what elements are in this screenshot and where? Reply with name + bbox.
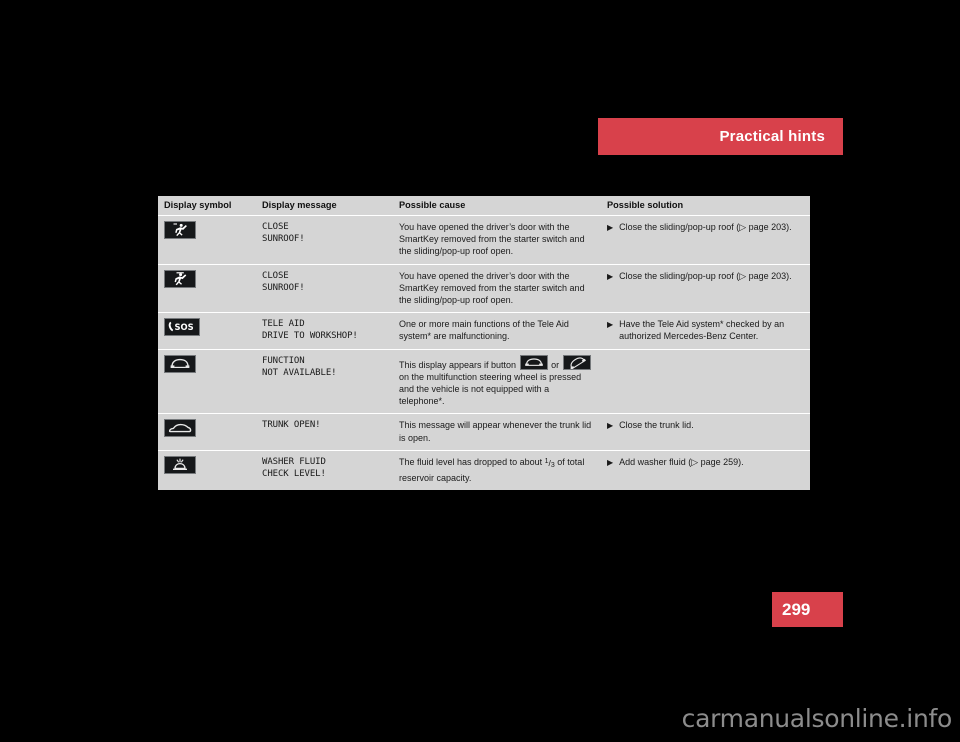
display-message-cell: TELE AID DRIVE TO WORKSHOP! [256,312,393,350]
svg-text:SOS: SOS [175,322,194,332]
solution-item: ▶ Have the Tele Aid system* checked by a… [607,318,804,342]
bullet-arrow-icon: ▶ [607,223,614,232]
solution-item: ▶ Close the trunk lid. [607,419,804,432]
table-row: WASHER FLUID CHECK LEVEL! The fluid leve… [158,450,810,491]
message-line: CHECK LEVEL! [262,469,326,480]
column-header-possible-solution: Possible solution [601,196,810,216]
possible-cause-cell: This message will appear whenever the tr… [393,413,601,451]
cause-text-part: This display appears if button [399,359,517,370]
display-message-cell: WASHER FLUID CHECK LEVEL! [256,450,393,491]
column-header-display-symbol: Display symbol [158,196,256,216]
message-line: TELE AID [262,319,305,330]
sunroof-tilt-person-icon [164,269,196,288]
telephone-handset-icon [164,354,196,373]
sos-phone-icon: SOS [164,318,200,337]
display-symbol-cell: SOS [158,312,256,350]
message-line: NOT AVAILABLE! [262,367,337,378]
table-header-row: Display symbol Display message Possible … [158,196,810,216]
message-line: DRIVE TO WORKSHOP! [262,331,358,342]
solution-item: ▶ Add washer fluid (▷ page 259). [607,456,804,469]
table-row: SOS TELE AID DRIVE TO WORKSHOP! One or m… [158,312,810,350]
message-line: FUNCTION [262,355,305,366]
message-line: CLOSE [262,222,289,232]
display-symbol-cell [158,215,256,265]
solution-text: Close the trunk lid. [619,420,694,431]
solution-text: Close the sliding/pop-up roof (▷ page 20… [619,270,792,281]
table-row: CLOSE SUNROOF! You have opened the drive… [158,264,810,314]
cause-text-part: or [551,359,560,370]
table-header: Display symbol Display message Possible … [158,196,810,216]
bullet-arrow-icon: ▶ [607,421,614,431]
possible-cause-cell: You have opened the driver’s door with t… [393,215,601,265]
phone-hangup-icon [562,354,591,370]
table-row: FUNCTION NOT AVAILABLE! This display app… [158,349,810,415]
page-number: 299 [782,599,811,619]
washer-fluid-icon [164,455,196,474]
possible-solution-cell: ▶ Close the sliding/pop-up roof (▷ page … [601,215,810,265]
table-row: TRUNK OPEN! This message will appear whe… [158,413,810,451]
display-symbol-cell [158,413,256,451]
message-line: TRUNK OPEN! [262,420,321,431]
bullet-arrow-icon: ▶ [607,271,614,281]
page-number-tab: 299 [772,592,843,627]
possible-solution-cell: ▶ Add washer fluid (▷ page 259). [601,450,810,491]
sunroof-open-person-icon [164,221,196,239]
solution-text: Add washer fluid (▷ page 259). [619,456,744,467]
display-message-cell: FUNCTION NOT AVAILABLE! [256,349,393,415]
table-row: CLOSE SUNROOF! You have opened the drive… [158,215,810,265]
possible-cause-cell: You have opened the driver’s door with t… [393,264,601,314]
table-body: CLOSE SUNROOF! You have opened the drive… [158,215,810,491]
column-header-possible-cause: Possible cause [393,196,601,216]
bullet-arrow-icon: ▶ [607,457,614,467]
display-message-cell: TRUNK OPEN! [256,413,393,451]
site-watermark: carmanualsonline.info [681,704,953,733]
display-symbol-cell [158,349,256,415]
solution-text: Close the sliding/pop-up roof (▷ page 20… [619,222,792,232]
possible-cause-cell: This display appears if button or on the… [393,349,601,415]
display-symbol-cell [158,264,256,314]
page-title: Practical hints [719,128,825,145]
cause-text-prefix: The fluid level has dropped to about [399,456,545,467]
solution-item: ▶ Close the sliding/pop-up roof (▷ page … [607,221,804,234]
column-header-display-message: Display message [256,196,393,216]
message-line: WASHER FLUID [262,456,326,467]
display-message-cell: CLOSE SUNROOF! [256,215,393,265]
solution-text: Have the Tele Aid system* checked by an … [619,319,785,342]
message-line: CLOSE [262,270,289,281]
possible-solution-cell [601,349,810,415]
possible-solution-cell: ▶ Have the Tele Aid system* checked by a… [601,312,810,350]
display-message-cell: CLOSE SUNROOF! [256,264,393,314]
possible-solution-cell: ▶ Close the trunk lid. [601,413,810,451]
telephone-handset-icon [519,354,548,370]
display-symbol-cell [158,450,256,491]
message-line: SUNROOF! [262,282,305,293]
section-header-banner: Practical hints [598,118,843,155]
possible-solution-cell: ▶ Close the sliding/pop-up roof (▷ page … [601,264,810,314]
bullet-arrow-icon: ▶ [607,320,614,330]
possible-cause-cell: One or more main functions of the Tele A… [393,312,601,350]
message-line: SUNROOF! [262,234,305,245]
solution-item: ▶ Close the sliding/pop-up roof (▷ page … [607,270,804,283]
possible-cause-cell: The fluid level has dropped to about 1/3… [393,450,601,491]
cause-text-part: on the multifunction steering wheel is p… [399,371,582,407]
display-messages-table: Display symbol Display message Possible … [158,196,810,491]
trunk-open-icon [164,419,196,438]
fraction-numerator: 1 [544,457,549,465]
fraction-one-third: 1/3 [544,457,555,469]
